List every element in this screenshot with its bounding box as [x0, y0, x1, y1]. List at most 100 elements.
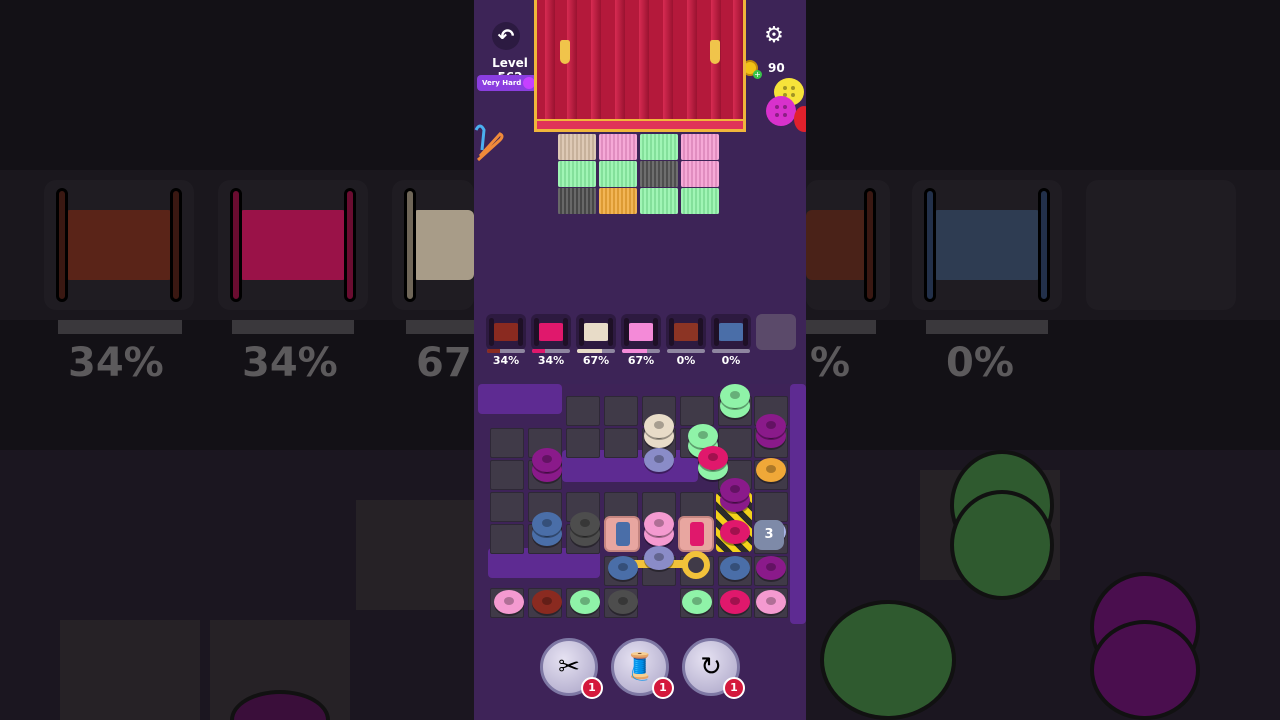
difficulty-label: Very Hard	[482, 79, 522, 87]
thread-stack[interactable]	[698, 446, 728, 480]
thread-stack[interactable]	[720, 556, 750, 580]
thread-stack[interactable]	[756, 590, 786, 614]
backdrop-percent: %	[810, 340, 851, 386]
thread-disc	[532, 512, 562, 536]
spool-progress-bar	[577, 349, 615, 353]
board-tile[interactable]	[680, 396, 714, 426]
booster-count: 1	[723, 677, 745, 699]
thread-disc	[688, 424, 718, 448]
cloth-patch	[681, 161, 719, 187]
board-tile[interactable]	[566, 428, 600, 458]
thread-stack[interactable]	[720, 384, 750, 418]
thread-stack[interactable]	[608, 556, 638, 580]
thread-disc	[720, 556, 750, 580]
thread-disc	[756, 458, 786, 482]
spool-percent: 0%	[721, 354, 741, 367]
backdrop-tile	[60, 620, 200, 720]
thread-disc	[682, 590, 712, 614]
spool-percent: 67%	[582, 354, 610, 367]
thread-stack[interactable]	[532, 590, 562, 614]
board-tile[interactable]	[604, 396, 638, 426]
spool-slot-empty[interactable]	[756, 314, 796, 350]
gear-icon: ⚙	[764, 23, 784, 48]
thread-stack[interactable]	[720, 520, 750, 544]
booster-count: 1	[581, 677, 603, 699]
thread-disc	[570, 590, 600, 614]
thread-stack[interactable]	[570, 590, 600, 614]
spool-percent: 0%	[676, 354, 696, 367]
spool-pink[interactable]	[621, 314, 661, 350]
spool-percent: 67%	[627, 354, 655, 367]
thread-stack[interactable]	[570, 512, 600, 546]
backdrop-spool	[218, 180, 368, 310]
thread-stack[interactable]	[532, 448, 562, 482]
sewing-button-icon	[766, 96, 796, 126]
spool-icon: 🧵	[623, 652, 657, 682]
thread-disc	[644, 448, 674, 472]
thread-stack[interactable]	[756, 556, 786, 580]
board-tile[interactable]	[604, 428, 638, 458]
thread-stack[interactable]	[644, 512, 674, 546]
thread-stack[interactable]	[608, 590, 638, 614]
add-coins-icon[interactable]: +	[753, 70, 762, 79]
cloth-patch	[599, 188, 637, 214]
difficulty-badge: Very Hard	[477, 75, 537, 91]
board-tile[interactable]	[754, 492, 788, 522]
thread-stack[interactable]	[756, 458, 786, 482]
thread-disc	[756, 556, 786, 580]
scissors-icon: ✂	[558, 652, 580, 682]
thread-stack[interactable]	[682, 590, 712, 614]
key-icon	[682, 551, 710, 579]
thread-disc	[532, 448, 562, 472]
backdrop-spool	[806, 180, 890, 310]
board-tile[interactable]	[490, 428, 524, 458]
backdrop-progress	[232, 320, 354, 334]
settings-button[interactable]: ⚙	[762, 24, 786, 48]
spool-progress-bar	[712, 349, 750, 353]
thread-stack[interactable]	[644, 448, 674, 472]
thread-stack[interactable]	[720, 590, 750, 614]
curtain-tassel	[560, 40, 570, 64]
thread-stack[interactable]	[494, 590, 524, 614]
thread-disc	[756, 414, 786, 438]
backdrop-spool	[44, 180, 194, 310]
coin-count: 90	[768, 61, 785, 75]
cloth-patch	[640, 161, 678, 187]
thread-stack[interactable]	[644, 414, 674, 448]
thread-stack[interactable]	[532, 512, 562, 546]
board-tile[interactable]	[490, 460, 524, 490]
safety-pin-icon	[474, 124, 504, 162]
thread-disc	[720, 520, 750, 544]
shuffle-icon: ↻	[700, 652, 722, 682]
backdrop-thread-disc	[820, 600, 956, 720]
game-screen: 34% 34% 67 % 0% ↶ Level 562 Very Hard ⚙ …	[0, 0, 1280, 720]
spool-cream[interactable]	[576, 314, 616, 350]
cloth-patch	[599, 134, 637, 160]
thread-disc	[644, 546, 674, 570]
spool-percent: 34%	[492, 354, 520, 367]
undo-button[interactable]: ↶	[492, 22, 520, 50]
board-tile[interactable]	[490, 524, 524, 554]
spool-dark-red[interactable]	[486, 314, 526, 350]
woven-cloth	[558, 134, 722, 214]
board-tile[interactable]	[566, 396, 600, 426]
thread-disc	[644, 512, 674, 536]
spool-rust[interactable]	[666, 314, 706, 350]
spool-magenta[interactable]	[531, 314, 571, 350]
board-tile[interactable]	[490, 492, 524, 522]
cloth-patch	[599, 161, 637, 187]
cloth-patch	[558, 161, 596, 187]
thread-stack[interactable]	[756, 414, 786, 448]
thread-stack[interactable]	[644, 546, 674, 570]
thread-disc	[608, 556, 638, 580]
backdrop-percent: 67	[416, 340, 472, 386]
curtain-valance	[537, 119, 743, 129]
booster-count: 1	[652, 677, 674, 699]
cloth-patch	[681, 188, 719, 214]
backdrop-percent: 0%	[946, 340, 1014, 386]
curtain-stage	[534, 0, 746, 132]
thread-stack[interactable]	[720, 478, 750, 512]
cloth-patch	[558, 188, 596, 214]
locked-tile-counter: 3	[754, 520, 784, 550]
spool-steel-blue[interactable]	[711, 314, 751, 350]
